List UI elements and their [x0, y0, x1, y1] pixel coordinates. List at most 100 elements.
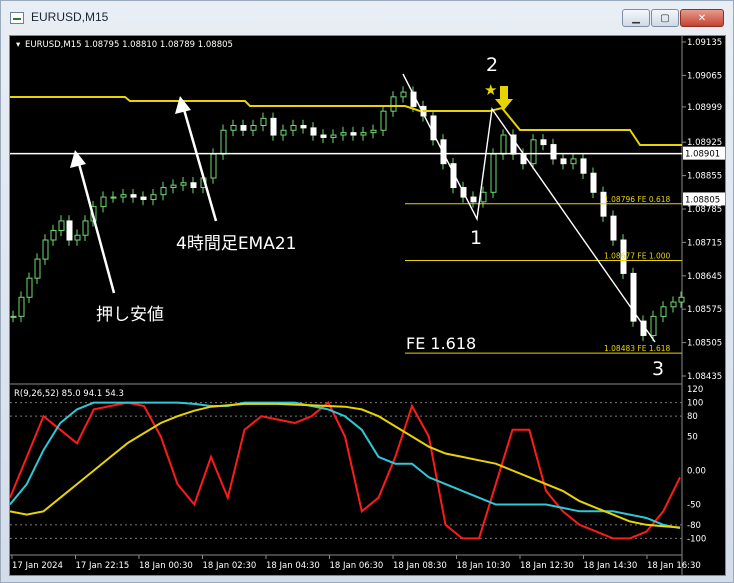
candle-series [10, 86, 685, 342]
pushback-arrow [70, 150, 116, 294]
candle-body [160, 187, 167, 196]
candle-body [360, 132, 367, 136]
wave-label-1: 1 [470, 227, 482, 249]
indicator-tick-label: 120 [687, 385, 703, 395]
candle-body [82, 220, 89, 236]
close-button[interactable]: ✕ [680, 9, 724, 27]
indicator-line [10, 401, 681, 540]
candle-body [390, 96, 397, 112]
candle-body [480, 191, 487, 203]
candle-body [10, 315, 17, 318]
entry-down-arrow-icon [495, 86, 513, 110]
time-axis: 17 Jan 2024 17 Jan 22:15 18 Jan 00:30 18 Ja… [11, 555, 701, 571]
candle-body [74, 234, 81, 241]
candle-body [320, 134, 327, 138]
indicator-line [10, 401, 681, 530]
price-tick-label: 1.08715 [687, 238, 722, 248]
chart-canvas[interactable]: ★ 1.091351.090651.089991.089251.088551.0… [10, 36, 726, 576]
fe-1000-label: 1.08677 FE 1.000 [604, 252, 671, 261]
ema-arrow [175, 96, 218, 222]
chart-window-icon [10, 12, 24, 24]
candle-body [42, 239, 49, 260]
app-window: EURUSD,M15 ▁ ▢ ✕ ★ 1.09135 1.09065 1.089… [0, 0, 734, 583]
candle-body [340, 132, 347, 136]
candle-body [210, 153, 217, 179]
candle-body [470, 196, 477, 203]
indicator-tick-label: 0.00 [687, 467, 706, 477]
indicator-tick-label: -100 [687, 534, 706, 544]
candle-body [650, 315, 657, 336]
candle-body [180, 182, 187, 186]
candle-body [590, 172, 597, 193]
time-tick-label: 18 Jan 04:30 [266, 561, 320, 571]
candle-body [18, 296, 25, 317]
candle-body [66, 220, 73, 241]
ema-annotation: 4時間足EMA21 [176, 234, 297, 254]
indicator-tick-label: -50 [687, 500, 701, 510]
time-tick-label: 18 Jan 16:30 [647, 561, 701, 571]
candle-body [300, 125, 307, 129]
candle-body [530, 139, 537, 165]
indicator-tick-label: 50 [687, 433, 698, 443]
time-tick-label: 18 Jan 14:30 [584, 561, 638, 571]
indicator-level-lines [10, 402, 682, 539]
time-tick-label: 18 Jan 08:30 [393, 561, 447, 571]
candle-body [110, 196, 117, 199]
indicator-tick-label: 80 [687, 412, 698, 422]
maximize-button[interactable]: ▢ [651, 9, 679, 27]
time-tick-label: 18 Jan 02:30 [203, 561, 257, 571]
window-title: EURUSD,M15 [31, 10, 109, 24]
ema21-4h-line [10, 96, 682, 146]
indicator-tick-label: -80 [687, 521, 701, 531]
candle-body [400, 91, 407, 98]
candle-body [440, 139, 447, 165]
candle-body [500, 134, 507, 155]
symbol-dropdown-icon[interactable]: ▾ [16, 40, 21, 50]
time-tick-label: 18 Jan 06:30 [330, 561, 384, 571]
candle-body [280, 129, 287, 136]
time-tick-label: 17 Jan 22:15 [76, 561, 130, 571]
candle-body [120, 194, 127, 198]
candle-body [610, 215, 617, 241]
candle-body [380, 110, 387, 131]
candle-body [260, 117, 267, 126]
wave-label-3: 3 [652, 358, 664, 380]
candle-body [370, 129, 377, 134]
candle-body [100, 196, 107, 208]
indicator-tick-label: 100 [687, 399, 703, 409]
current-price-label: 1.08901 [685, 150, 720, 160]
candle-body [560, 158, 567, 165]
candle-body [150, 194, 157, 200]
candle-body [580, 158, 587, 174]
price-tick-label: 1.09135 [687, 38, 722, 48]
time-tick-label: 18 Jan 10:30 [457, 561, 511, 571]
time-tick-label: 18 Jan 00:30 [139, 561, 193, 571]
price-tick-label: 1.08645 [687, 272, 722, 282]
price-tick-label: 1.08575 [687, 305, 722, 315]
candle-body [550, 144, 557, 160]
candle-body [330, 134, 337, 138]
price-tick-label: 1.08505 [687, 339, 722, 349]
title-bar[interactable]: EURUSD,M15 ▁ ▢ ✕ [1, 1, 733, 35]
candle-body [190, 182, 197, 189]
price-tick-label: 1.08855 [687, 172, 722, 182]
candle-body [130, 194, 137, 198]
minimize-button[interactable]: ▁ [622, 9, 650, 27]
candle-body [540, 139, 547, 146]
price-axis: 1.091351.090651.089991.089251.088551.087… [682, 38, 722, 382]
indicator-header: R(9,26,52) 85.0 94.1 54.3 [14, 389, 124, 399]
maximize-icon: ▢ [660, 12, 670, 24]
candle-body [670, 301, 677, 308]
candle-body [310, 127, 317, 136]
candle-body [230, 125, 237, 131]
wave-label-2: 2 [486, 54, 498, 76]
chart-frame[interactable]: ★ 1.09135 1.09065 1.08999 1.08925 1.08855 1.0… [9, 35, 726, 576]
bid-price-label: 1.08805 [685, 195, 720, 205]
candle-body [26, 277, 33, 298]
fe-annotation: FE 1.618 [406, 334, 476, 353]
candle-body [220, 129, 227, 155]
pushback-annotation: 押し安値 [96, 305, 164, 325]
candle-body [290, 125, 297, 131]
candle-body [140, 196, 147, 200]
star-icon: ★ [484, 81, 497, 99]
